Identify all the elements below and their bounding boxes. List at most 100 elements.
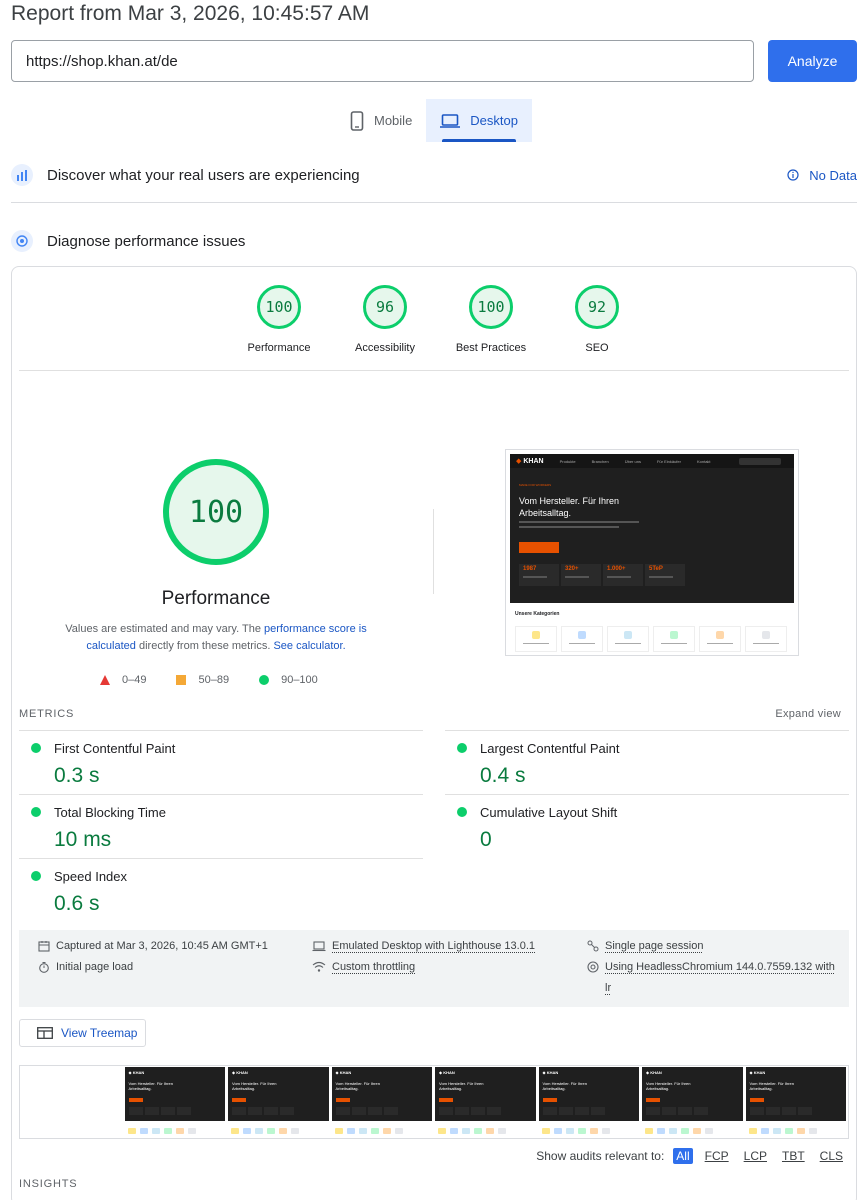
pass-dot-icon bbox=[31, 871, 41, 881]
filter-lcp[interactable]: LCP bbox=[741, 1148, 770, 1164]
gauge-label: Best Practices bbox=[455, 342, 527, 354]
metric-cls: Cumulative Layout Shift 0 bbox=[445, 794, 849, 858]
analyze-button[interactable]: Analyze bbox=[768, 40, 857, 82]
url-input-box[interactable] bbox=[11, 40, 754, 82]
tab-label: Mobile bbox=[374, 113, 413, 128]
screenshot-stats: 1987 320+ 1.000+ 5TeP bbox=[519, 564, 685, 586]
run-info: Captured at Mar 3, 2026, 10:45 AM GMT+1 … bbox=[19, 930, 849, 1007]
treemap-label: View Treemap bbox=[61, 1026, 138, 1040]
timer-icon bbox=[39, 962, 49, 973]
no-data-status[interactable]: No Data bbox=[787, 168, 857, 183]
calendar-icon bbox=[38, 941, 50, 952]
screenshot-logo: ◆ KHAN bbox=[516, 458, 544, 465]
square-icon bbox=[176, 675, 187, 685]
screenshot-categories-title: Unsere Kategorien bbox=[515, 611, 560, 617]
gauge-best-practices[interactable]: 100 Best Practices bbox=[442, 285, 540, 354]
metric-tbt: Total Blocking Time 10 ms bbox=[19, 794, 423, 858]
performance-score-gauge: 100 bbox=[163, 459, 269, 565]
metric-name: Total Blocking Time bbox=[54, 805, 166, 820]
browser-version[interactable]: Using HeadlessChromium 144.0.7559.132 wi… bbox=[587, 957, 837, 999]
screenshot-nav-item: Kontakt bbox=[696, 458, 711, 464]
gauge-score: 92 bbox=[575, 285, 619, 329]
insights-heading: INSIGHTS bbox=[19, 1178, 78, 1190]
throttling-text: Custom throttling bbox=[332, 961, 416, 973]
gauge-performance[interactable]: 100 Performance bbox=[230, 285, 328, 354]
pass-dot-icon bbox=[31, 743, 41, 753]
smartphone-icon bbox=[350, 110, 364, 131]
screenshot-stat: 1.000+ bbox=[603, 564, 643, 586]
triangle-icon bbox=[100, 675, 110, 685]
screenshot-tile bbox=[745, 626, 787, 652]
filmstrip: ◆ KHAN Vom Hersteller. Für Ihren Arbeitsa… bbox=[19, 1065, 849, 1139]
screenshot-tile bbox=[561, 626, 603, 652]
circle-icon bbox=[259, 675, 270, 685]
note-prefix: Values are estimated and may vary. The bbox=[65, 623, 264, 635]
device-text: Emulated Desktop with Lighthouse 13.0.1 bbox=[332, 940, 536, 952]
screenshot-tile bbox=[653, 626, 695, 652]
tab-mobile[interactable]: Mobile bbox=[336, 99, 426, 142]
screenshot-stat: 320+ bbox=[561, 564, 601, 586]
field-data-title: Discover what your real users are experi… bbox=[47, 166, 360, 184]
no-data-label: No Data bbox=[809, 167, 857, 183]
filmstrip-frame: ◆ KHAN Vom Hersteller. Für Ihren Arbeitsa… bbox=[330, 1066, 433, 1138]
session-icon bbox=[587, 940, 599, 952]
diagnose-section: Diagnose performance issues bbox=[11, 230, 857, 252]
filter-fcp[interactable]: FCP bbox=[702, 1148, 732, 1164]
expand-view-toggle[interactable]: Expand view bbox=[775, 708, 841, 720]
metric-name: First Contentful Paint bbox=[54, 741, 176, 756]
gauge-score: 96 bbox=[363, 285, 407, 329]
gauge-label: Accessibility bbox=[355, 342, 415, 354]
see-calculator-link[interactable]: See calculator. bbox=[273, 640, 345, 652]
metrics-heading: METRICS bbox=[19, 708, 75, 720]
filmstrip-frame: ◆ KHAN Vom Hersteller. Für Ihren Arbeitsa… bbox=[434, 1066, 537, 1138]
filter-tbt[interactable]: TBT bbox=[779, 1148, 808, 1164]
screenshot-hero: ◆ KHAN Produkte Branchen Über uns Für Ei… bbox=[510, 454, 794, 603]
legend-range: 90–100 bbox=[281, 674, 318, 686]
screenshot-subtext bbox=[519, 521, 649, 533]
legend-pass: 90–100 bbox=[259, 674, 318, 686]
captured-at: Captured at Mar 3, 2026, 10:45 AM GMT+1 bbox=[38, 936, 268, 957]
session-type[interactable]: Single page session bbox=[587, 936, 703, 957]
metric-value: 0.6 s bbox=[54, 892, 100, 915]
crux-icon bbox=[11, 164, 33, 186]
emulated-device[interactable]: Emulated Desktop with Lighthouse 13.0.1 bbox=[312, 936, 535, 957]
metric-lcp: Largest Contentful Paint 0.4 s bbox=[445, 730, 849, 794]
metric-name: Largest Contentful Paint bbox=[480, 741, 620, 756]
view-treemap-button[interactable]: View Treemap bbox=[19, 1019, 146, 1047]
laptop-icon bbox=[312, 941, 326, 952]
screenshot-stat: 1987 bbox=[519, 564, 559, 586]
screenshot-tile bbox=[515, 626, 557, 652]
url-input[interactable] bbox=[26, 52, 739, 70]
category-gauges: 100 Performance 96 Accessibility 100 Bes… bbox=[230, 285, 646, 354]
browser-text: Using HeadlessChromium 144.0.7559.132 wi… bbox=[605, 961, 835, 994]
throttling[interactable]: Custom throttling bbox=[312, 957, 415, 978]
tab-desktop[interactable]: Desktop bbox=[426, 99, 532, 142]
metric-name: Cumulative Layout Shift bbox=[480, 805, 618, 820]
load-text: Initial page load bbox=[56, 961, 134, 973]
screenshot-kicker: MADE FOR WORKERS bbox=[519, 483, 552, 487]
performance-label: Performance bbox=[161, 588, 271, 609]
metric-name: Speed Index bbox=[54, 869, 128, 884]
metric-value: 10 ms bbox=[54, 828, 112, 851]
legend-range: 0–49 bbox=[122, 674, 147, 686]
audit-filter-label: Show audits relevant to: bbox=[536, 1149, 665, 1163]
metric-speed-index: Speed Index 0.6 s bbox=[19, 858, 423, 922]
pass-dot-icon bbox=[31, 807, 41, 817]
screenshot-nav-item: Über uns bbox=[624, 458, 641, 464]
filmstrip-frame: ◆ KHAN Vom Hersteller. Für Ihren Arbeitsa… bbox=[227, 1066, 330, 1138]
performance-note: Values are estimated and may vary. The p… bbox=[40, 621, 392, 655]
chrome-icon bbox=[587, 961, 599, 973]
vertical-divider bbox=[433, 509, 434, 594]
initial-load: Initial page load bbox=[38, 957, 133, 978]
gauge-accessibility[interactable]: 96 Accessibility bbox=[336, 285, 434, 354]
filter-cls[interactable]: CLS bbox=[817, 1148, 846, 1164]
note-mid: directly from these metrics. bbox=[135, 640, 274, 652]
screenshot-nav: ◆ KHAN Produkte Branchen Über uns Für Ei… bbox=[510, 454, 794, 468]
gauge-seo[interactable]: 92 SEO bbox=[548, 285, 646, 354]
legend-fail: 0–49 bbox=[100, 674, 146, 686]
metric-value: 0.3 s bbox=[54, 764, 100, 787]
lighthouse-icon bbox=[11, 230, 33, 252]
final-screenshot[interactable]: ◆ KHAN Produkte Branchen Über uns Für Ei… bbox=[505, 449, 799, 656]
treemap-icon bbox=[37, 1027, 53, 1039]
filter-all[interactable]: All bbox=[673, 1148, 693, 1164]
